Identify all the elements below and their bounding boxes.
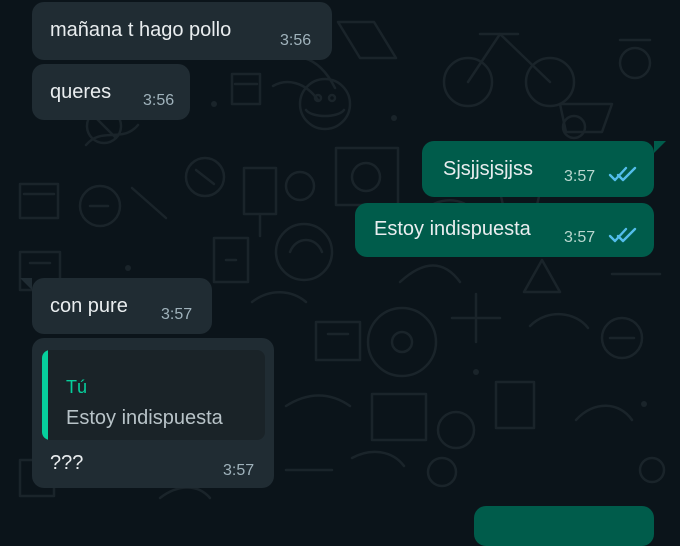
message-incoming[interactable]: con pure 3:57: [32, 278, 212, 334]
message-incoming[interactable]: mañana t hago pollo 3:56: [32, 2, 332, 60]
reply-quote[interactable]: Tú Estoy indispuesta: [42, 350, 265, 440]
double-check-icon: [608, 166, 637, 182]
reply-quote-text: Estoy indispuesta: [66, 407, 223, 429]
double-check-icon: [608, 227, 637, 243]
message-incoming[interactable]: queres 3:56: [32, 64, 190, 120]
reply-quote-accent: [42, 350, 48, 440]
message-text: mañana t hago pollo: [50, 19, 232, 41]
bubble-tail: [654, 141, 666, 153]
message-time: 3:56: [280, 32, 312, 49]
message-time: 3:56: [143, 92, 175, 109]
bubble-tail: [20, 278, 32, 290]
message-time: 3:57: [223, 462, 255, 479]
message-outgoing[interactable]: Sjsjjsjsjjss 3:57: [422, 141, 654, 197]
message-time: 3:57: [564, 168, 596, 185]
reply-quote-author: Tú: [66, 377, 88, 397]
message-text: Sjsjjsjsjjss: [443, 158, 533, 180]
reply-message[interactable]: Tú Estoy indispuesta ??? 3:57: [32, 338, 274, 488]
message-time: 3:57: [161, 306, 193, 323]
message-text: queres: [50, 81, 112, 103]
message-outgoing[interactable]: Estoy indispuesta 3:57: [355, 203, 654, 257]
chat-thread[interactable]: mañana t hago pollo 3:56 queres 3:56 Sjs…: [0, 0, 680, 546]
message-time: 3:57: [564, 229, 596, 246]
message-text: con pure: [50, 295, 128, 317]
message-text: Estoy indispuesta: [374, 218, 531, 240]
message-outgoing-partial[interactable]: [474, 506, 654, 546]
message-text: ???: [50, 452, 84, 474]
